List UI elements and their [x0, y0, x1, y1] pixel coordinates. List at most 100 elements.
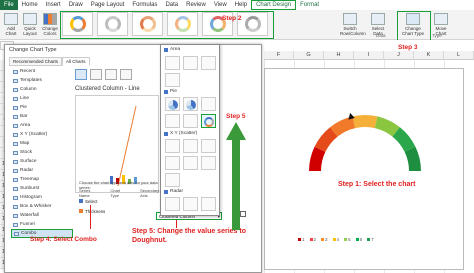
tab-recommended[interactable]: Recommended Charts — [9, 57, 63, 66]
combo-stacked-area-icon[interactable] — [105, 69, 117, 80]
column-header[interactable]: H — [324, 51, 354, 60]
change-chart-type-highlight — [397, 11, 431, 41]
chart-category-label: Radar — [20, 168, 34, 173]
scatter-straight-lines-option[interactable] — [183, 156, 198, 170]
step5-connector — [176, 220, 177, 228]
quick-layout-label: Quick Layout — [23, 26, 37, 36]
chart-category-pie[interactable]: Pie — [11, 103, 73, 112]
tab-draw[interactable]: Draw — [65, 2, 87, 8]
scatter-straight-option[interactable] — [165, 156, 180, 170]
chart-category-label: Line — [20, 96, 30, 101]
tab-insert[interactable]: Insert — [42, 2, 65, 8]
chart-category-icon — [13, 132, 18, 137]
combo-subtype-icons — [75, 69, 161, 80]
bubble-3d-option[interactable] — [165, 173, 180, 187]
column-header[interactable]: G — [294, 51, 324, 60]
radar-markers-option[interactable] — [183, 197, 198, 211]
column-header[interactable]: I — [354, 51, 384, 60]
tab-all-charts[interactable]: All Charts — [62, 57, 90, 66]
change-colors-button[interactable]: Change Colors — [40, 13, 60, 36]
chart-category-histogram[interactable]: Histogram — [11, 193, 73, 202]
combo-clustered-line-icon[interactable] — [75, 69, 87, 80]
area-3d-option[interactable] — [165, 73, 180, 87]
chart-category-column[interactable]: Column — [11, 85, 73, 94]
tab-format[interactable]: Format — [296, 2, 323, 8]
tab-view[interactable]: View — [210, 2, 231, 8]
preview-title: Clustered Column - Line — [75, 86, 140, 92]
chart-category-treemap[interactable]: Treemap — [11, 175, 73, 184]
radar-option[interactable] — [165, 197, 180, 211]
tab-page-layout[interactable]: Page Layout — [87, 2, 129, 8]
custom-combo-icon[interactable] — [120, 69, 132, 80]
tab-review[interactable]: Review — [182, 2, 210, 8]
bubble-option[interactable] — [201, 156, 216, 170]
chart-category-label: Treemap — [20, 177, 40, 182]
chart-category-icon — [13, 150, 18, 155]
column-header[interactable]: J — [384, 51, 414, 60]
scatter-option[interactable] — [165, 139, 180, 153]
tab-data[interactable]: Data — [161, 2, 182, 8]
chart-category-icon — [13, 105, 18, 110]
chart-category-label: Bar — [20, 114, 28, 119]
chart-category-map[interactable]: Map — [11, 139, 73, 148]
combo-secondary-axis-icon[interactable] — [90, 69, 102, 80]
legend-label: 7 — [371, 237, 374, 242]
doughnut-icon — [204, 117, 214, 127]
chart-category-recent[interactable]: Recent — [11, 67, 73, 76]
stacked-area-option[interactable] — [183, 56, 198, 70]
tab-formulas[interactable]: Formulas — [128, 2, 161, 8]
chart-category-waterfall[interactable]: Waterfall — [11, 211, 73, 220]
dialog-tabs: Recommended Charts All Charts — [9, 57, 90, 66]
scatter-smooth-option[interactable] — [183, 139, 198, 153]
pie-of-pie-option[interactable] — [165, 114, 180, 128]
tab-chart-design[interactable]: Chart Design — [251, 0, 297, 10]
percent-area-option[interactable] — [201, 56, 216, 70]
filled-radar-option[interactable] — [201, 197, 216, 211]
area-option[interactable] — [165, 56, 180, 70]
chart-category-sunburst[interactable]: Sunburst — [11, 184, 73, 193]
gauge-segment[interactable] — [352, 115, 378, 129]
chart-category-icon — [13, 87, 18, 92]
tab-help[interactable]: Help — [231, 2, 251, 8]
pie-option[interactable] — [165, 97, 180, 111]
chart-category-area[interactable]: Area — [11, 121, 73, 130]
column-header[interactable]: F — [264, 51, 294, 60]
chart-category-icon — [13, 78, 18, 83]
chart-category-x-y-scatter[interactable]: X Y (Scatter) — [11, 130, 73, 139]
tab-file[interactable]: File — [0, 0, 18, 10]
quick-layout-button[interactable]: Quick Layout — [21, 13, 39, 36]
column-header[interactable]: L — [444, 51, 474, 60]
type-group-label: Type — [432, 33, 442, 38]
chart-category-surface[interactable]: Surface — [11, 157, 73, 166]
switch-row-column-button[interactable]: Switch Row/Column — [340, 13, 366, 36]
chart-category-line[interactable]: Line — [11, 94, 73, 103]
exploded-pie-option[interactable] — [183, 114, 198, 128]
chart-category-stock[interactable]: Stock — [11, 148, 73, 157]
legend-label: 3 — [325, 237, 328, 242]
add-chart-element-button[interactable]: Add Chart — [2, 13, 20, 36]
chart-category-label: Surface — [20, 159, 37, 164]
chart-preview — [75, 95, 159, 193]
chart-category-label: Map — [20, 141, 30, 146]
legend-entry: 5 — [344, 237, 351, 242]
change-colors-label: Change Colors — [42, 26, 58, 36]
chart-category-radar[interactable]: Radar — [11, 166, 73, 175]
chart-category-box-whisker[interactable]: Box & Whisker — [11, 202, 73, 211]
series-name: Thickness — [85, 208, 106, 214]
chart-category-templates[interactable]: Templates — [11, 76, 73, 85]
ribbon-tab-bar: File Home Insert Draw Page Layout Formulas Dat… — [0, 0, 474, 10]
flyout-category-label: Radar — [170, 189, 184, 194]
pie-icon — [168, 100, 178, 110]
chart-category-icon — [13, 213, 18, 218]
pie-3d-option[interactable] — [183, 97, 198, 111]
doughnut-options — [165, 114, 216, 128]
flyout-category-label: Area — [170, 47, 181, 52]
chart-category-funnel[interactable]: Funnel — [11, 220, 73, 229]
chart-category-bar[interactable]: Bar — [11, 112, 73, 121]
tab-home[interactable]: Home — [18, 2, 42, 8]
move-icon — [434, 13, 448, 25]
scatter-smooth-lines-option[interactable] — [201, 139, 216, 153]
column-header[interactable]: K — [414, 51, 444, 60]
doughnut-option[interactable] — [201, 114, 216, 128]
bar-of-pie-option[interactable] — [201, 97, 216, 111]
